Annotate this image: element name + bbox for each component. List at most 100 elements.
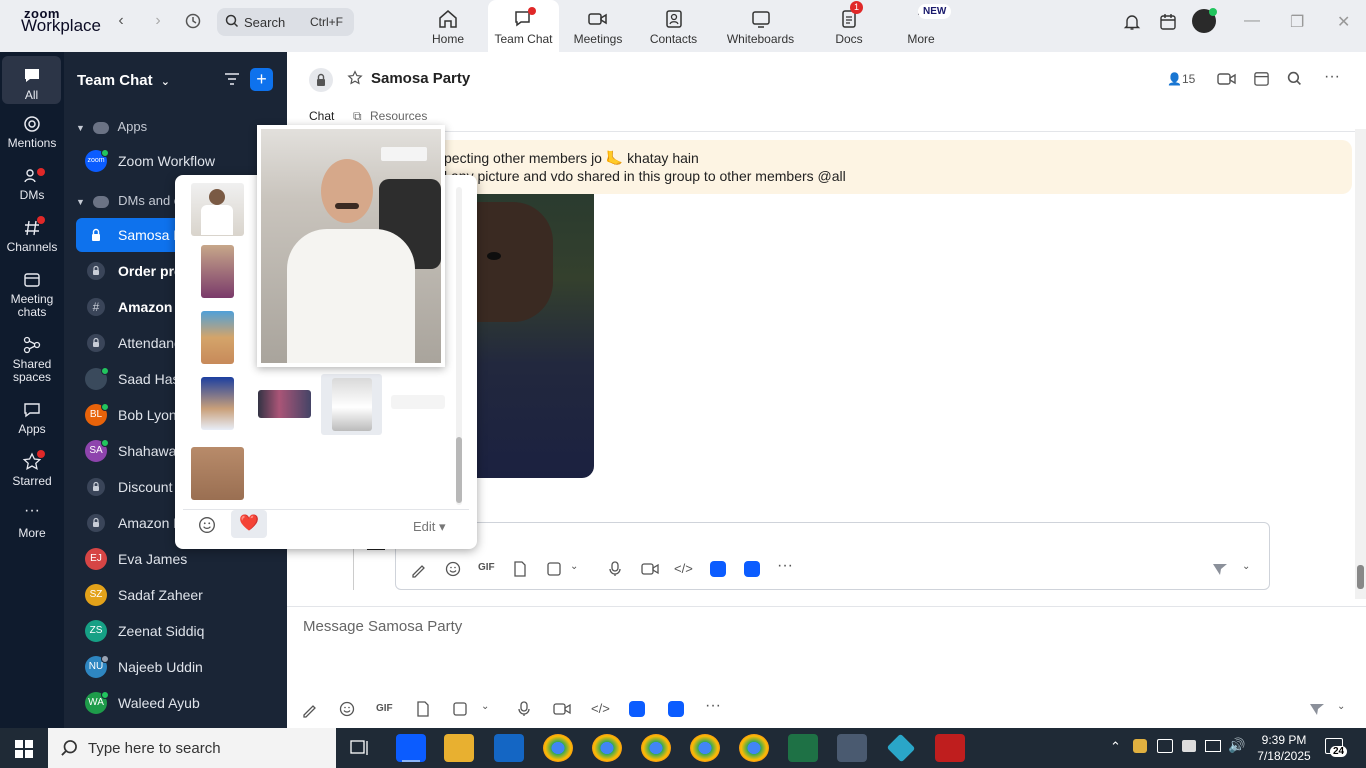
chrome-icon[interactable] bbox=[690, 734, 720, 762]
clock[interactable]: 9:39 PM 7/18/2025 bbox=[1253, 732, 1315, 764]
tab-contacts[interactable]: Contacts bbox=[645, 0, 702, 52]
emoji-tab-icon[interactable] bbox=[198, 516, 216, 534]
chrome-icon[interactable] bbox=[739, 734, 769, 762]
format-icon[interactable] bbox=[411, 562, 427, 578]
volume-icon[interactable]: 🔊 bbox=[1228, 737, 1245, 754]
chevron-down-icon[interactable]: ⌄ bbox=[481, 701, 489, 712]
taskbar-search[interactable]: Type here to search bbox=[48, 728, 336, 768]
calendar-icon[interactable] bbox=[1253, 70, 1270, 87]
scrollbar-thumb[interactable] bbox=[1357, 565, 1364, 589]
zoom-app-icon[interactable] bbox=[710, 561, 726, 577]
chrome-icon[interactable] bbox=[543, 734, 573, 762]
windows-start-icon[interactable] bbox=[15, 740, 33, 758]
selected-sticker[interactable] bbox=[321, 374, 382, 435]
tab-home[interactable]: Home bbox=[421, 0, 475, 52]
tray-app-icon[interactable] bbox=[1133, 739, 1147, 753]
calendar-icon[interactable] bbox=[1159, 13, 1177, 31]
whiteboard-app-icon[interactable] bbox=[744, 561, 760, 577]
chevron-down-icon[interactable]: ⌄ bbox=[1242, 561, 1250, 572]
emoji-icon[interactable] bbox=[445, 561, 461, 577]
sticker-thumb[interactable] bbox=[201, 311, 234, 364]
sidebar-item-waleed-ayub[interactable]: WA Waleed Ayub bbox=[76, 686, 281, 720]
screenshot-icon[interactable] bbox=[546, 561, 562, 577]
video-clip-icon[interactable] bbox=[641, 562, 659, 576]
popup-scrollbar[interactable] bbox=[456, 187, 462, 505]
tab-resources[interactable]: Resources bbox=[370, 109, 427, 123]
tray-display-icon[interactable] bbox=[1157, 739, 1173, 753]
whiteboard-app-icon[interactable] bbox=[668, 701, 684, 717]
outlook-icon[interactable] bbox=[494, 734, 524, 762]
tray-chevron-up-icon[interactable]: ⌃ bbox=[1110, 739, 1121, 755]
more-options-icon[interactable]: ··· bbox=[1324, 68, 1340, 86]
sidebar-item-zeenat-siddiq[interactable]: ZS Zeenat Siddiq bbox=[76, 614, 281, 648]
format-icon[interactable] bbox=[302, 702, 318, 718]
chevron-down-icon[interactable]: ⌄ bbox=[570, 561, 578, 572]
file-icon[interactable] bbox=[513, 561, 527, 577]
sidebar-item-najeeb-uddin[interactable]: NU Najeeb Uddin bbox=[76, 650, 281, 684]
zoom-app-icon[interactable] bbox=[629, 701, 645, 717]
calculator-icon[interactable] bbox=[837, 734, 867, 762]
screenshot-icon[interactable] bbox=[452, 701, 468, 717]
rail-starred[interactable]: Starred bbox=[0, 450, 64, 488]
sidebar-title[interactable]: Team Chat ⌄ bbox=[77, 72, 170, 89]
chevron-down-icon[interactable]: ⌄ bbox=[1337, 701, 1345, 712]
new-chat-button[interactable]: + bbox=[250, 68, 273, 91]
filter-icon[interactable] bbox=[224, 72, 240, 86]
pinned-message[interactable]: pecting other members jo 🦶 khatay hain l… bbox=[427, 140, 1352, 194]
channel-title[interactable]: Samosa Party bbox=[371, 70, 470, 87]
edit-dropdown[interactable]: Edit ▾ bbox=[413, 519, 446, 535]
avatar[interactable] bbox=[1192, 8, 1217, 33]
tab-more[interactable]: ·· NEW More bbox=[898, 0, 952, 52]
shared-photo[interactable] bbox=[473, 194, 594, 478]
search-icon[interactable] bbox=[1287, 71, 1302, 86]
tab-whiteboards[interactable]: Whiteboards bbox=[722, 0, 799, 52]
file-explorer-icon[interactable] bbox=[444, 734, 474, 762]
tab-chat[interactable]: Chat bbox=[309, 109, 334, 123]
sticker-thumb[interactable] bbox=[391, 395, 445, 409]
tray-network-icon[interactable] bbox=[1205, 740, 1221, 752]
video-clip-icon[interactable] bbox=[553, 702, 571, 716]
task-view-icon[interactable] bbox=[350, 739, 370, 757]
message-input[interactable]: Message Samosa Party bbox=[303, 618, 462, 635]
send-icon[interactable] bbox=[1212, 561, 1228, 577]
rail-apps[interactable]: Apps bbox=[0, 400, 64, 436]
chrome-icon[interactable] bbox=[592, 734, 622, 762]
forward-arrow-icon[interactable]: › bbox=[148, 12, 168, 30]
rail-more[interactable]: ··· More bbox=[0, 503, 64, 540]
code-icon[interactable]: </> bbox=[674, 561, 693, 576]
rail-all[interactable]: All bbox=[2, 56, 61, 104]
chrome-icon[interactable] bbox=[641, 734, 671, 762]
scrollbar[interactable] bbox=[1355, 129, 1366, 599]
rail-mentions[interactable]: Mentions bbox=[0, 114, 64, 150]
tab-meetings[interactable]: Meetings bbox=[568, 0, 628, 52]
rail-dms[interactable]: DMs bbox=[0, 166, 64, 202]
sticker-thumb[interactable] bbox=[201, 377, 234, 430]
history-icon[interactable] bbox=[183, 12, 203, 35]
tray-battery-icon[interactable] bbox=[1182, 740, 1196, 752]
excel-icon[interactable] bbox=[788, 734, 818, 762]
sidebar-item-sadaf-zaheer[interactable]: SZ Sadaf Zaheer bbox=[76, 578, 281, 612]
close-icon[interactable]: ✕ bbox=[1337, 12, 1350, 32]
members-button[interactable]: 👤15 bbox=[1167, 72, 1195, 86]
favorites-tab-heart-icon[interactable]: ❤️ bbox=[231, 510, 267, 538]
more-options-icon[interactable]: ··· bbox=[777, 557, 793, 575]
rail-shared-spaces[interactable]: Shared spaces bbox=[0, 335, 64, 384]
emoji-icon[interactable] bbox=[339, 701, 355, 717]
sticker-thumb[interactable] bbox=[258, 390, 311, 418]
gif-icon[interactable]: GIF bbox=[478, 562, 495, 573]
maximize-icon[interactable]: ❐ bbox=[1290, 12, 1304, 32]
back-arrow-icon[interactable]: ‹ bbox=[111, 12, 131, 30]
code-icon[interactable]: </> bbox=[591, 701, 610, 716]
mic-icon[interactable] bbox=[518, 701, 530, 717]
minimize-icon[interactable]: — bbox=[1244, 12, 1260, 30]
star-icon[interactable] bbox=[347, 70, 363, 86]
sticker-thumb[interactable] bbox=[201, 245, 234, 298]
gif-icon[interactable]: GIF bbox=[376, 703, 393, 714]
popup-scrollbar-thumb[interactable] bbox=[456, 437, 462, 503]
rail-meeting-chats[interactable]: Meeting chats bbox=[0, 270, 64, 319]
app-diamond-icon[interactable] bbox=[886, 733, 916, 763]
sticker-thumb[interactable] bbox=[191, 183, 244, 236]
send-icon[interactable] bbox=[1309, 701, 1325, 717]
section-dms[interactable]: ▼ DMs and ch bbox=[76, 193, 188, 208]
bell-icon[interactable] bbox=[1123, 13, 1141, 31]
